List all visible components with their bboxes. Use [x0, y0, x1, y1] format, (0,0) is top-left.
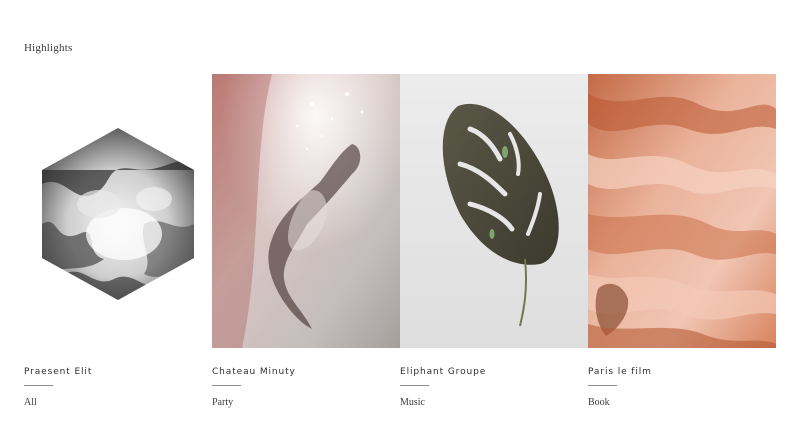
portfolio-card-praesent-elit[interactable]: Praesent Elit All: [24, 74, 212, 424]
monstera-leaf-image[interactable]: [400, 74, 588, 348]
underwater-figure-image[interactable]: [212, 74, 400, 348]
card-title[interactable]: Praesent Elit: [24, 367, 92, 377]
portfolio-card-paris-le-film[interactable]: Paris le film Book: [588, 74, 776, 424]
card-title[interactable]: Paris le film: [588, 367, 652, 377]
card-category[interactable]: Music: [400, 397, 425, 408]
sandstone-canyon-image[interactable]: [588, 74, 776, 348]
title-divider: [212, 385, 241, 386]
card-category[interactable]: Party: [212, 397, 233, 408]
card-title[interactable]: Eliphant Groupe: [400, 367, 486, 377]
title-divider: [24, 385, 53, 386]
hexagon-clouds-image[interactable]: [24, 74, 212, 348]
highlights-grid: Praesent Elit All Chateau Minuty Party E…: [24, 74, 776, 434]
portfolio-card-chateau-minuty[interactable]: Chateau Minuty Party: [212, 74, 400, 424]
section-title: Highlights: [24, 42, 73, 54]
card-category[interactable]: Book: [588, 397, 610, 408]
card-category[interactable]: All: [24, 397, 37, 408]
title-divider: [588, 385, 617, 386]
card-title[interactable]: Chateau Minuty: [212, 367, 296, 377]
portfolio-card-eliphant-groupe[interactable]: Eliphant Groupe Music: [400, 74, 588, 424]
title-divider: [400, 385, 429, 386]
